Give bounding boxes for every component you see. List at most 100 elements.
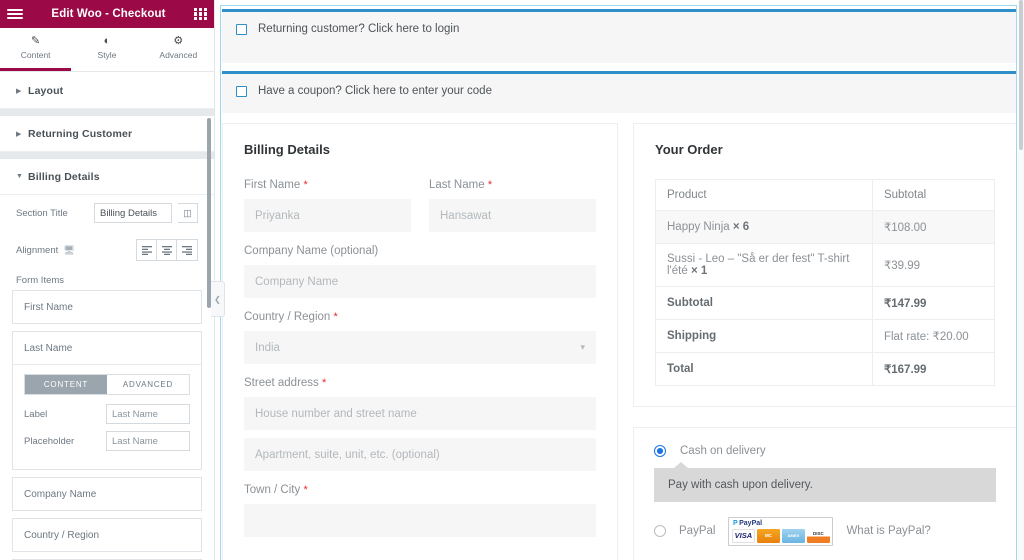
alignment-control: Alignment 🖥 bbox=[0, 231, 214, 269]
alignment-label: Alignment bbox=[16, 244, 59, 256]
town-city-input[interactable] bbox=[244, 504, 596, 537]
hamburger-icon[interactable] bbox=[7, 9, 23, 19]
billing-title: Billing Details bbox=[244, 142, 330, 157]
field-placeholder-input[interactable]: Last Name bbox=[106, 431, 190, 451]
align-left-icon[interactable] bbox=[137, 240, 157, 260]
first-name-label: First Name bbox=[244, 179, 301, 191]
required-marker: * bbox=[487, 179, 493, 191]
subtab-advanced[interactable]: ADVANCED bbox=[107, 375, 189, 394]
repeater-item-country-region[interactable]: Country / Region bbox=[12, 518, 202, 552]
discover-icon: DISC bbox=[806, 528, 830, 543]
chevron-left-icon: ❮ bbox=[214, 294, 221, 304]
street-address-group: Street address * House number and street… bbox=[244, 377, 596, 471]
tab-style-label: Style bbox=[97, 50, 117, 60]
field-label-input[interactable]: Last Name bbox=[106, 404, 190, 424]
repeater-item-company-name[interactable]: Company Name bbox=[12, 477, 202, 511]
returning-customer-link[interactable]: Returning customer? Click here to login bbox=[258, 23, 459, 35]
paypal-logo-icon: P PayPal bbox=[732, 519, 763, 527]
tab-content[interactable]: ✎ Content bbox=[0, 28, 72, 71]
checkbox-icon[interactable] bbox=[236, 23, 247, 35]
first-name-group: First Name * Priyanka bbox=[244, 179, 411, 232]
col-subtotal: Subtotal bbox=[871, 179, 996, 211]
billing-card: Billing Details First Name * Priyanka La… bbox=[222, 123, 618, 560]
required-marker: * bbox=[333, 311, 338, 323]
order-card: Your Order Product Subtotal Happy Ninja … bbox=[633, 123, 1017, 407]
radio-cash-on-delivery[interactable] bbox=[654, 445, 666, 457]
repeater-item-first-name[interactable]: First Name bbox=[12, 290, 202, 324]
panel-collapse-handle[interactable]: ❮ bbox=[211, 281, 225, 317]
street-address-input[interactable]: House number and street name bbox=[244, 397, 596, 430]
coupon-link[interactable]: Have a coupon? Click here to enter your … bbox=[258, 85, 492, 97]
section-billing-details-label: Billing Details bbox=[28, 170, 100, 183]
payment-card: Cash on delivery Pay with cash upon deli… bbox=[633, 427, 1017, 560]
align-right-icon[interactable] bbox=[177, 240, 197, 260]
panel-scrollbar[interactable] bbox=[207, 118, 211, 308]
align-center-icon[interactable] bbox=[157, 240, 177, 260]
repeater-item-title[interactable]: Country / Region bbox=[13, 519, 201, 551]
company-name-label: Company Name (optional) bbox=[244, 245, 379, 257]
returning-customer-notice[interactable]: Returning customer? Click here to login bbox=[222, 9, 1017, 63]
pencil-icon: ✎ bbox=[31, 35, 41, 47]
preview-scrollbar[interactable] bbox=[1018, 0, 1024, 560]
payment-method-cod[interactable]: Cash on delivery bbox=[654, 445, 996, 457]
chevron-right-icon: ▶ bbox=[16, 130, 22, 138]
tab-advanced-label: Advanced bbox=[159, 50, 198, 60]
paypal-cards-badge: P PayPal VISA MC AMEX DISC bbox=[728, 517, 834, 546]
section-title-label: Section Title bbox=[16, 207, 68, 219]
product-qty: × 1 bbox=[690, 265, 708, 277]
last-name-input[interactable]: Hansawat bbox=[429, 199, 596, 232]
country-region-value: India bbox=[255, 341, 280, 354]
product-qty: × 6 bbox=[732, 221, 750, 233]
section-title-input[interactable]: Billing Details bbox=[94, 203, 172, 223]
monitor-icon[interactable]: 🖥 bbox=[63, 245, 74, 256]
town-city-group: Town / City * bbox=[244, 484, 596, 537]
tab-style[interactable]: ◐ Style bbox=[71, 28, 142, 71]
amex-icon: AMEX bbox=[781, 528, 805, 543]
section-layout[interactable]: ▶ Layout bbox=[0, 73, 214, 109]
street-address-line2-input[interactable]: Apartment, suite, unit, etc. (optional) bbox=[244, 438, 596, 471]
half-circle-icon: ◐ bbox=[103, 35, 111, 47]
payment-method-paypal[interactable]: PayPal P PayPal VISA MC AMEX DISC What i… bbox=[654, 517, 996, 546]
product-subtotal: ₹108.00 bbox=[871, 210, 996, 244]
field-label-control: Label Last Name bbox=[24, 404, 190, 424]
repeater-item-title[interactable]: First Name bbox=[13, 291, 201, 323]
col-product: Product bbox=[655, 179, 873, 211]
repeater-item-last-name[interactable]: Last Name CONTENT ADVANCED Label Last Na… bbox=[12, 331, 202, 470]
tab-advanced[interactable]: ⚙ Advanced bbox=[143, 28, 214, 71]
table-header-row: Product Subtotal bbox=[655, 179, 996, 211]
chevron-down-icon: ▾ bbox=[580, 342, 585, 352]
section-returning-customer[interactable]: ▶ Returning Customer bbox=[0, 116, 214, 152]
section-returning-customer-label: Returning Customer bbox=[28, 127, 133, 140]
elementor-panel: Edit Woo - Checkout ✎ Content ◐ Style ⚙ … bbox=[0, 0, 215, 560]
paypal-wordmark: PayPal bbox=[739, 519, 763, 527]
field-placeholder-control: Placeholder Last Name bbox=[24, 431, 190, 451]
field-placeholder-caption: Placeholder bbox=[24, 435, 75, 447]
grid-apps-icon[interactable] bbox=[194, 7, 207, 21]
product-name: Happy Ninja bbox=[667, 221, 730, 233]
subtotal-value: ₹147.99 bbox=[871, 286, 996, 320]
checkbox-icon[interactable] bbox=[236, 85, 247, 97]
repeater-item-title[interactable]: Company Name bbox=[13, 478, 201, 510]
form-items-repeater: First Name Last Name CONTENT ADVANCED La… bbox=[0, 290, 214, 560]
panel-body: ▶ Layout ▶ Returning Customer ▼ Billing … bbox=[0, 73, 214, 560]
gear-icon: ⚙ bbox=[173, 35, 184, 47]
checkout-columns: Billing Details First Name * Priyanka La… bbox=[215, 123, 1024, 560]
mastercard-icon: MC bbox=[756, 528, 780, 543]
table-row: Happy Ninja × 6 ₹108.00 bbox=[655, 210, 996, 244]
first-name-input[interactable]: Priyanka bbox=[244, 199, 411, 232]
chevron-right-icon: ▶ bbox=[16, 87, 22, 95]
subtab-content[interactable]: CONTENT bbox=[25, 375, 107, 394]
section-billing-details[interactable]: ▼ Billing Details bbox=[0, 159, 214, 195]
country-region-select[interactable]: India ▾ bbox=[244, 331, 596, 364]
coupon-notice[interactable]: Have a coupon? Click here to enter your … bbox=[222, 71, 1017, 113]
form-items-label: Form Items bbox=[16, 275, 65, 286]
radio-paypal[interactable] bbox=[654, 525, 666, 538]
repeater-item-title[interactable]: Last Name bbox=[13, 332, 201, 364]
table-row-subtotal: Subtotal ₹147.99 bbox=[655, 286, 996, 320]
section-divider bbox=[0, 152, 214, 159]
what-is-paypal-link[interactable]: What is PayPal? bbox=[846, 525, 930, 537]
chevron-down-icon: ▼ bbox=[16, 173, 23, 180]
company-name-input[interactable]: Company Name bbox=[244, 265, 596, 298]
country-region-group: Country / Region * India ▾ bbox=[244, 311, 596, 364]
database-icon[interactable]: ◫ bbox=[178, 203, 198, 223]
